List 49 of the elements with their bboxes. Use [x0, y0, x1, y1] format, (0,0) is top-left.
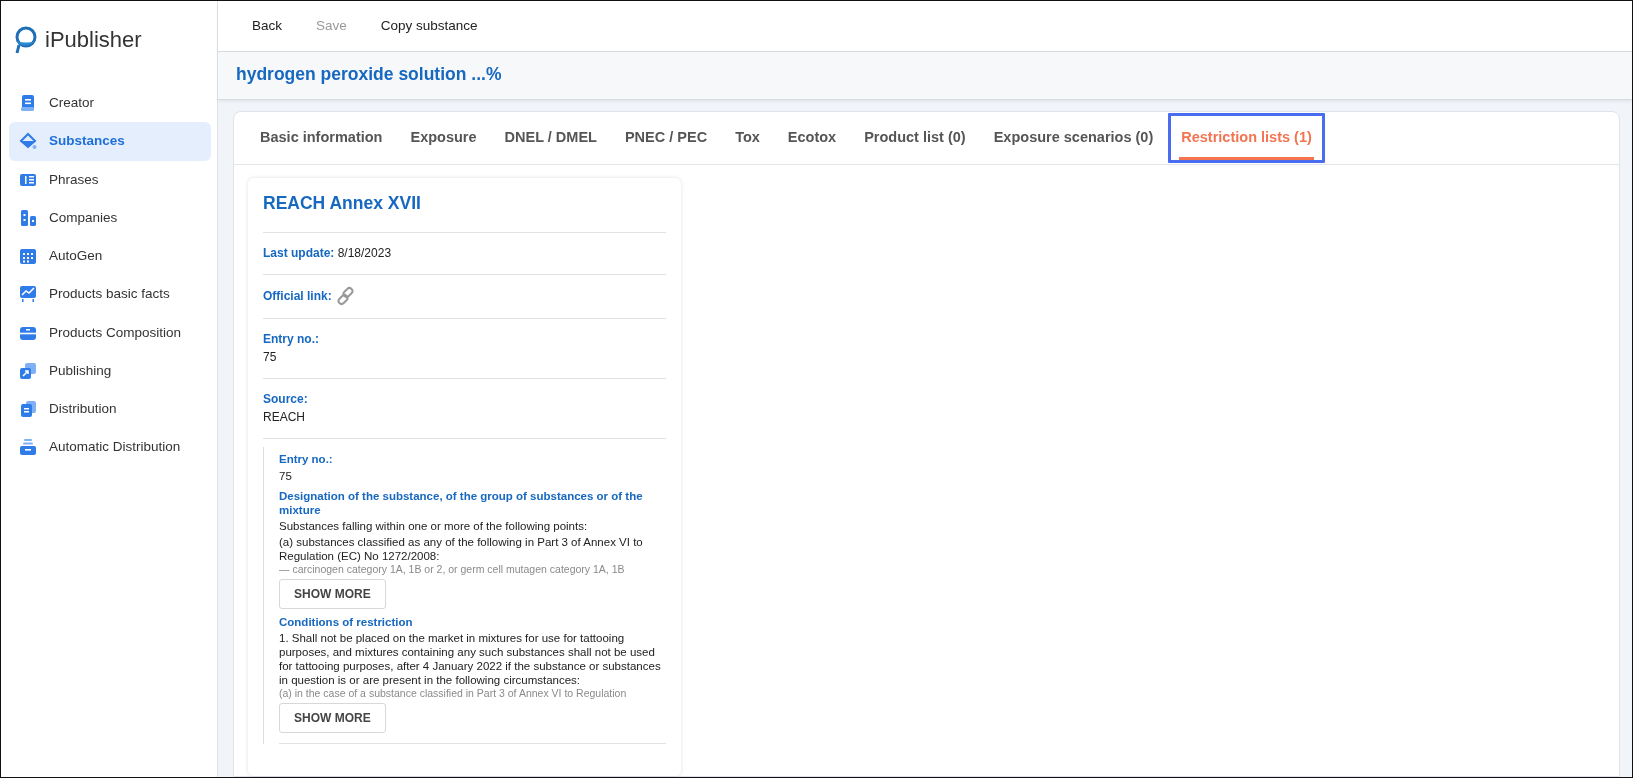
sidebar-item[interactable]: Companies: [9, 198, 211, 237]
show-more-button[interactable]: SHOW MORE: [279, 579, 386, 609]
sidebar-item[interactable]: Products basic facts: [9, 275, 211, 314]
paragraph: Substances falling within one or more of the following points:: [279, 519, 589, 533]
sidebar-item[interactable]: Distribution: [9, 390, 211, 429]
card-title: REACH Annex XVII: [263, 178, 666, 233]
grid-icon: [19, 247, 37, 266]
section-heading: Conditions of restriction: [279, 615, 414, 629]
field-text: Last update: 8/18/2023: [263, 244, 393, 262]
page-title: hydrogen peroxide solution ...%: [218, 52, 1632, 101]
buildings-icon: [19, 208, 37, 227]
logo-text: iPublisher: [45, 26, 142, 54]
field-label: Entry no.:: [279, 451, 334, 467]
field-value: 75: [263, 348, 278, 366]
tab[interactable]: PNEC / PEC: [610, 112, 722, 165]
faded-text: — carcinogen category 1A, 1B or 2, or germ cell mutagen category 1A, 1B: [279, 563, 626, 576]
printer-icon: [19, 438, 37, 457]
sidebar-item[interactable]: Publishing: [9, 351, 211, 390]
field-value: REACH: [263, 408, 306, 426]
sidebar-item[interactable]: Creator: [9, 84, 211, 123]
show-more-button[interactable]: SHOW MORE: [279, 703, 386, 733]
sidebar-item[interactable]: Products Composition: [9, 313, 211, 352]
sidebar-item[interactable]: AutoGen: [9, 237, 211, 276]
logo-icon: [13, 25, 37, 54]
field-label: Source:: [263, 390, 309, 408]
sidebar-item[interactable]: Automatic Distribution: [9, 428, 211, 467]
tab[interactable]: Basic information: [246, 112, 397, 165]
tab[interactable]: Product list (0): [850, 112, 980, 165]
document-icon: [19, 94, 37, 113]
tab[interactable]: Tox: [721, 112, 774, 165]
tab[interactable]: Ecotox: [773, 112, 851, 165]
tab[interactable]: DNEL / DMEL: [490, 112, 611, 165]
field-value: 75: [279, 468, 293, 484]
tab[interactable]: Exposure: [396, 112, 491, 165]
faded-text: (a) in the case of a substance classified in Part 3 of Annex VI to Regulation: [279, 687, 628, 700]
copy-button[interactable]: Copy substance: [368, 9, 490, 43]
chart-board-icon: [19, 285, 37, 304]
sidebar-item[interactable]: Phrases: [9, 160, 211, 199]
section-heading: Designation of the substance, of the group of substances or of the mixture: [279, 489, 644, 517]
field-label: Official link:: [263, 287, 332, 305]
export-icon: [19, 361, 37, 380]
link-icon[interactable]: [335, 285, 356, 306]
sidebar-item[interactable]: Substances: [9, 122, 211, 161]
field-label: Entry no.:: [263, 330, 320, 348]
tab[interactable]: Exposure scenarios (0): [979, 112, 1168, 165]
stacked-pages-icon: [19, 400, 37, 419]
paragraph: (a) substances classified as any of the following in Part 3 of Annex VI to Regulation (EC) No 1272/2008:: [279, 535, 644, 563]
back-button[interactable]: Back: [240, 9, 294, 43]
paragraph: 1. Shall not be placed on the market in mixtures for use for tattooing purposes, and mixtures containing any such substances shall not be used for tattooing purposes, after 4 January 2022 if the substance or substances in question is or are present in the following circumstances:: [279, 631, 662, 687]
